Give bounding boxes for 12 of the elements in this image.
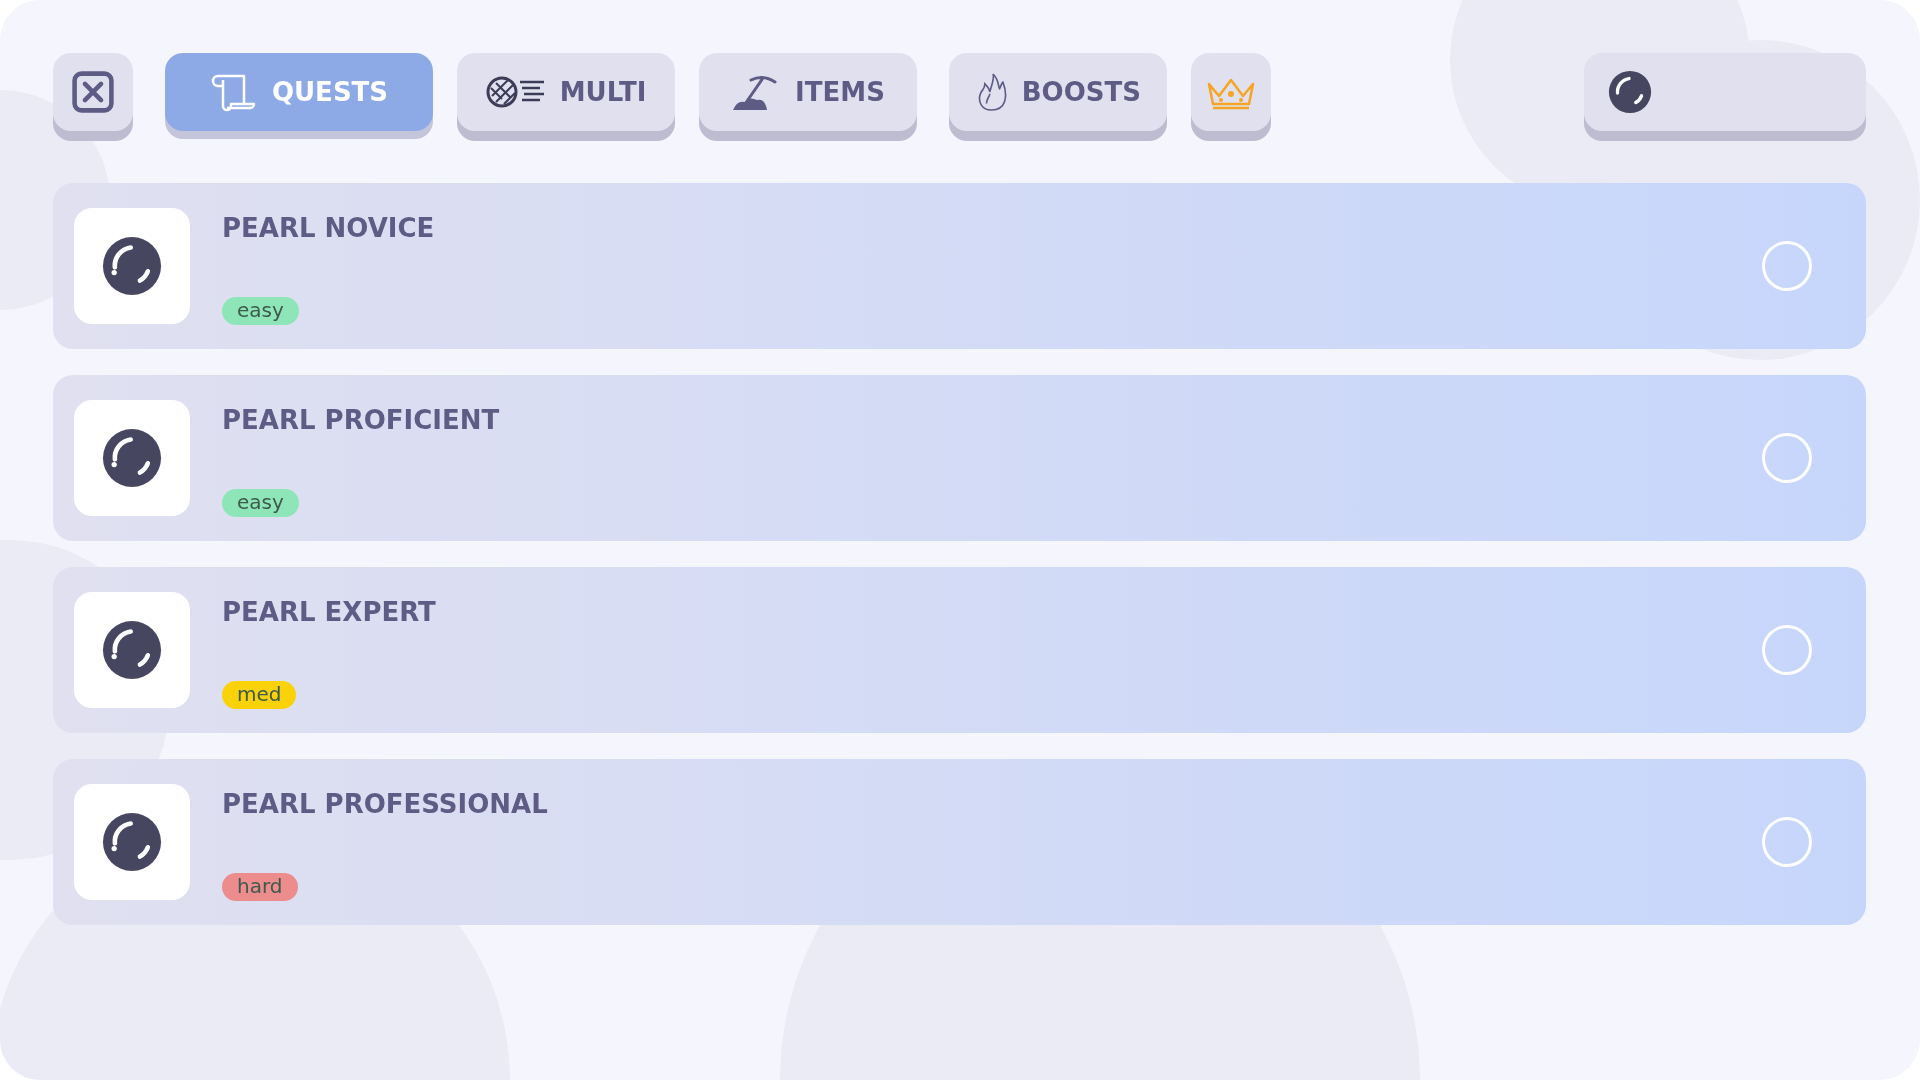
pearl-icon	[1606, 68, 1654, 116]
difficulty-tag: easy	[222, 297, 299, 325]
difficulty-tag: med	[222, 681, 297, 709]
quest-title: PEARL PROFESSIONAL	[222, 789, 548, 819]
difficulty-tag: hard	[222, 873, 298, 901]
quest-title: PEARL PROFICIENT	[222, 405, 500, 435]
difficulty-tag: easy	[222, 489, 299, 517]
scroll-icon	[209, 72, 258, 112]
quest-title: PEARL EXPERT	[222, 597, 436, 627]
speeding-ball-icon	[485, 74, 546, 110]
close-icon	[70, 69, 116, 115]
quest-title: PEARL NOVICE	[222, 213, 435, 243]
